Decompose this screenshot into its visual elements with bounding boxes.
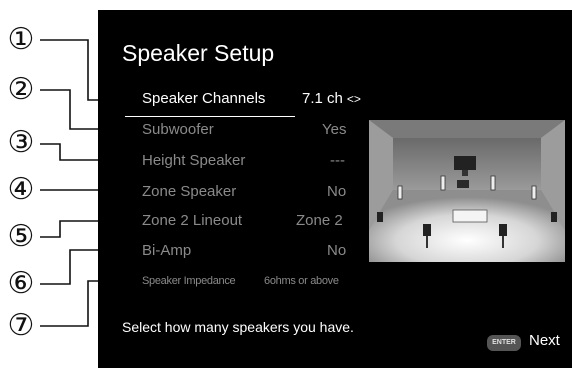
setting-label: Bi-Amp bbox=[142, 242, 192, 259]
next-label[interactable]: Next bbox=[529, 332, 560, 349]
page-title: Speaker Setup bbox=[122, 40, 275, 66]
setting-value: 7.1 ch <> bbox=[302, 90, 361, 107]
setting-value: Yes bbox=[322, 121, 347, 138]
setting-value: No bbox=[327, 242, 347, 259]
left-right-arrows-icon[interactable]: <> bbox=[347, 92, 361, 106]
setting-value: Zone 2 bbox=[296, 212, 343, 229]
callout-1: ① bbox=[7, 22, 35, 57]
setting-label: Zone Speaker bbox=[142, 183, 237, 200]
setting-value: 6ohms or above bbox=[264, 275, 339, 287]
callout-4: ④ bbox=[7, 172, 35, 207]
setting-label: Zone 2 Lineout bbox=[142, 212, 243, 229]
callout-2: ② bbox=[7, 72, 35, 107]
setting-label: Height Speaker bbox=[142, 152, 246, 169]
callout-7: ⑦ bbox=[7, 308, 35, 343]
setting-label: Speaker Impedance bbox=[142, 275, 236, 287]
setting-value: No bbox=[327, 183, 347, 200]
callout-5: ⑤ bbox=[7, 219, 35, 254]
setting-label: Subwoofer bbox=[142, 121, 214, 138]
setting-label: Speaker Channels bbox=[142, 90, 266, 107]
selection-underline bbox=[125, 116, 295, 117]
callout-6: ⑥ bbox=[7, 266, 35, 301]
callout-3: ③ bbox=[7, 125, 35, 160]
setting-value: --- bbox=[330, 152, 345, 169]
enter-key-icon[interactable]: ENTER bbox=[487, 335, 521, 351]
speaker-setup-screen: Speaker Setup Speaker Channels 7.1 ch <> … bbox=[98, 10, 572, 368]
speaker-layout-illustration bbox=[369, 120, 565, 262]
help-text: Select how many speakers you have. bbox=[122, 319, 354, 335]
